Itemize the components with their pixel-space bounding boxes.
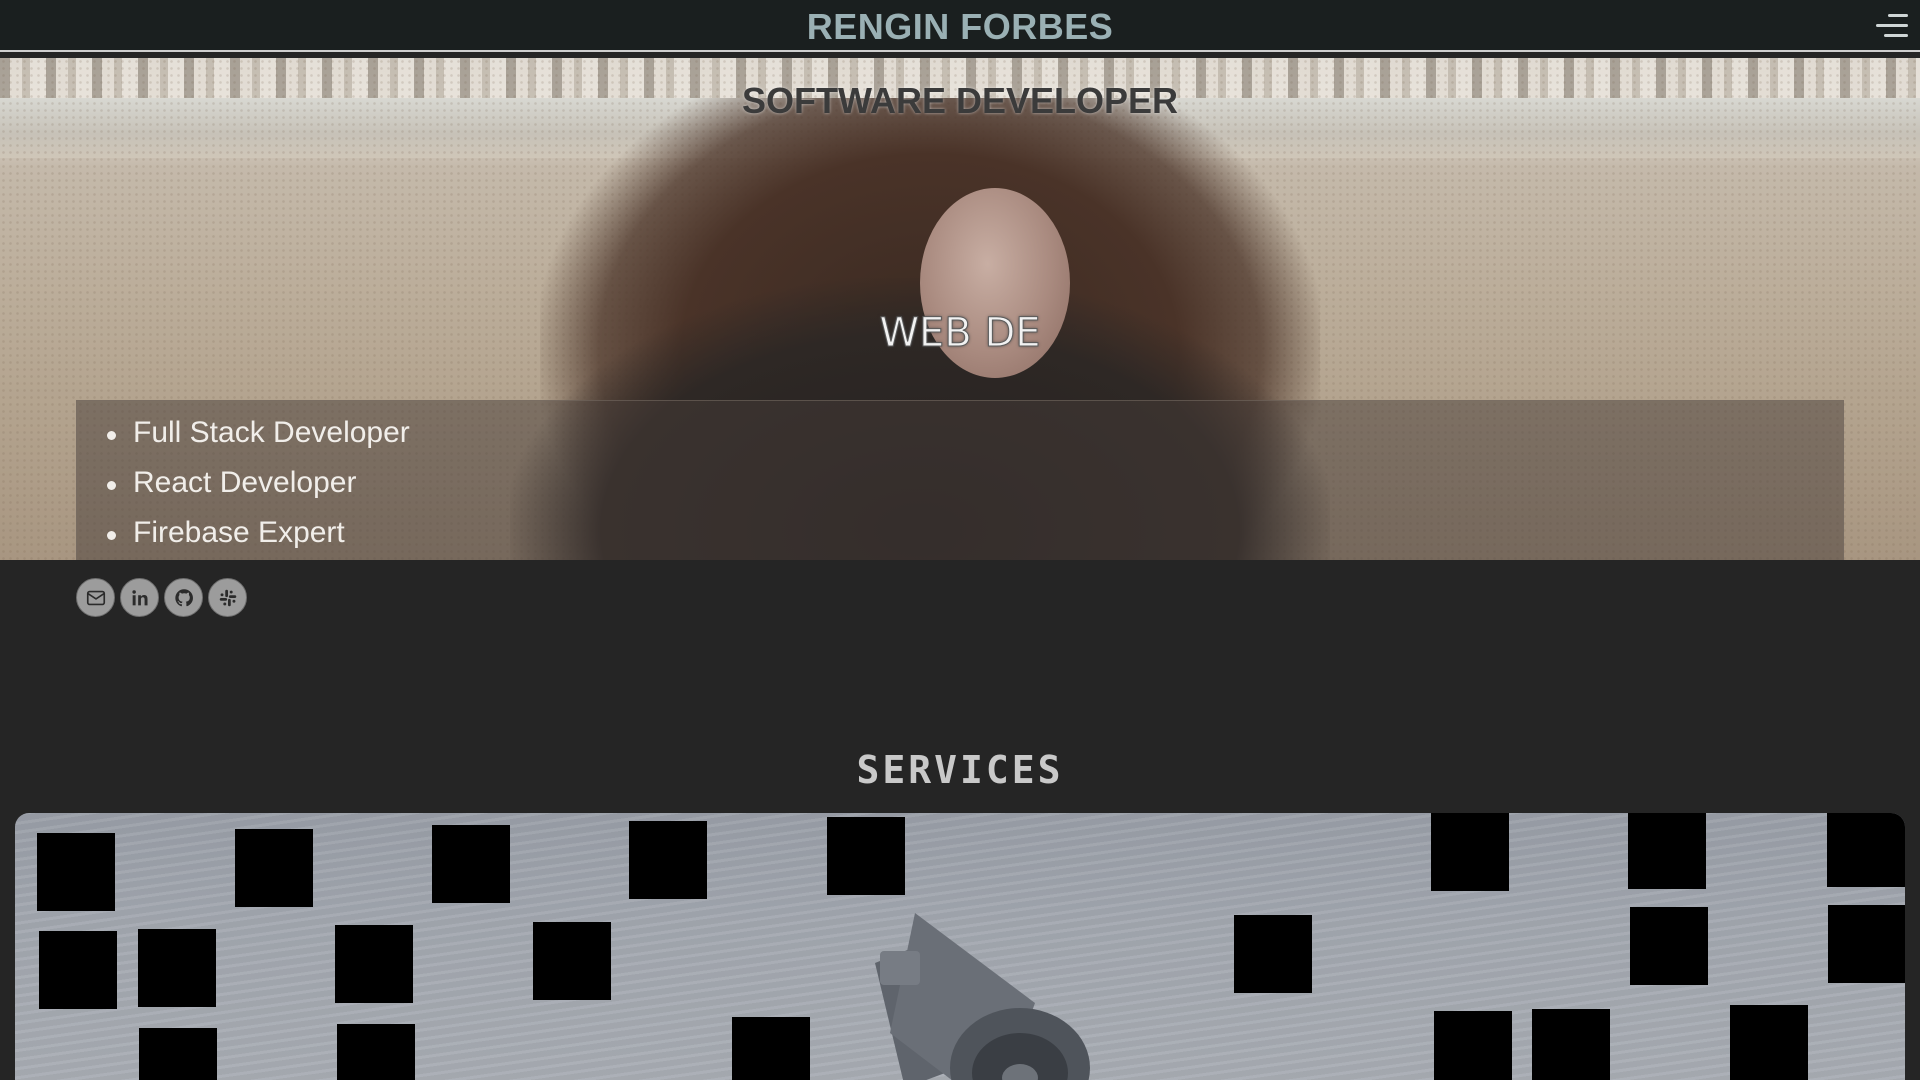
site-brand[interactable]: RENGIN FORBES (0, 6, 1920, 48)
hero-section: SOFTWARE DEVELOPER WEB DE Full Stack Dev… (0, 58, 1920, 560)
pixel-square (138, 929, 216, 1007)
pixel-square (37, 833, 115, 911)
hamburger-menu-icon (1888, 14, 1908, 17)
pixel-square (629, 821, 707, 899)
pixel-square (39, 931, 117, 1009)
mail-icon (86, 590, 105, 605)
hamburger-menu-icon-line (1876, 24, 1908, 27)
hero-title: SOFTWARE DEVELOPER (741, 80, 1179, 121)
social-links (76, 578, 247, 617)
pixel-square (1827, 813, 1905, 887)
pixel-square (235, 829, 313, 907)
github-link[interactable] (164, 578, 203, 617)
email-link[interactable] (76, 578, 115, 617)
pixel-square (1431, 813, 1509, 891)
hamburger-menu-icon-line (1884, 34, 1908, 37)
skill-item: React Developer (105, 461, 1843, 511)
pixel-square (1234, 915, 1312, 993)
typing-headline: WEB DE (879, 310, 1041, 357)
pixel-square (139, 1028, 217, 1080)
skill-item: Full Stack Developer (105, 411, 1843, 461)
pixel-square (1630, 907, 1708, 985)
services-image (15, 813, 1905, 1080)
services-heading: SERVICES (856, 748, 1064, 792)
linkedin-link[interactable] (120, 578, 159, 617)
megaphone-icon (875, 913, 1090, 1080)
skill-item: Firebase Expert (105, 511, 1843, 560)
linkedin-icon (131, 589, 148, 605)
pixel-square (337, 1024, 415, 1080)
pixel-square (533, 922, 611, 1000)
pixel-square (1532, 1009, 1610, 1080)
skills-list: Full Stack Developer React Developer Fir… (77, 401, 1843, 560)
skills-panel: Full Stack Developer React Developer Fir… (76, 400, 1844, 560)
slack-icon (219, 589, 236, 606)
pixel-square (1828, 905, 1905, 983)
top-nav: RENGIN FORBES (0, 0, 1920, 52)
pixel-square (335, 925, 413, 1003)
pixel-square (432, 825, 510, 903)
pixel-square (1628, 813, 1706, 889)
pixel-square (1434, 1011, 1512, 1080)
slack-link[interactable] (208, 578, 247, 617)
hamburger-menu-button[interactable] (1874, 10, 1908, 42)
github-icon (174, 588, 193, 606)
pixel-square (1730, 1005, 1808, 1080)
